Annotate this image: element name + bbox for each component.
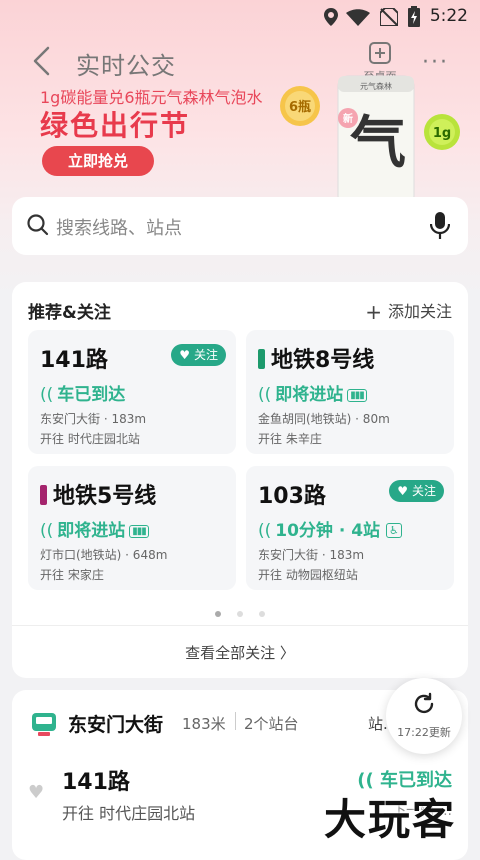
station-route-direction: 开往 时代庄园北站	[62, 804, 196, 823]
tile-status-text: 即将进站	[275, 385, 344, 405]
follow-badge-label: 关注	[193, 348, 218, 362]
divider	[235, 712, 236, 730]
no-sim-icon	[380, 8, 398, 26]
tile-direction: 开往 时代庄园北站	[40, 432, 140, 446]
tile-line-name-wrap: 地铁5号线	[40, 478, 156, 510]
tile-stop: 金鱼胡同(地铁站) · 80m	[258, 412, 390, 426]
promo-badge-count: 6瓶	[289, 99, 311, 115]
page-title: 实时公交	[76, 52, 176, 80]
tile-stop: 东安门大街 · 183m	[40, 412, 147, 426]
page-dot	[259, 611, 265, 617]
battery-charging-icon	[408, 6, 420, 27]
refresh-button[interactable]: 17:22更新	[386, 678, 462, 754]
promo-can-label: 元气森林	[360, 81, 392, 91]
tile-line-name: 141路	[40, 348, 108, 373]
back-icon[interactable]	[30, 46, 54, 76]
favorite-tile-141[interactable]: 141路 ♥ 关注 ((车已到达 东安门大街 · 183m 开往 时代庄园北站	[28, 330, 236, 454]
tile-status: ((10分钟 · 4站 ♿	[258, 516, 402, 541]
tile-line-name: 地铁8号线	[271, 348, 375, 373]
realtime-signal-icon: ((	[40, 521, 54, 541]
page-dot-active	[215, 611, 221, 617]
location-icon	[324, 8, 338, 26]
microphone-icon[interactable]	[430, 211, 450, 241]
tile-status-text: 即将进站	[57, 521, 126, 541]
tile-direction: 开往 动物园枢纽站	[258, 568, 358, 582]
tile-direction: 开往 宋家庄	[40, 568, 104, 582]
crowd-level-icon: ▮▮▮	[129, 525, 149, 538]
bus-stop-icon	[32, 713, 56, 736]
station-route-name: 141路	[62, 770, 130, 795]
watermark: 大玩客	[324, 795, 457, 844]
promo-redeem-button[interactable]: 立即抢兑	[42, 146, 154, 176]
promo-title: 绿色出行节	[40, 109, 191, 142]
favorites-title: 推荐&关注	[28, 303, 111, 323]
station-distance: 183米	[182, 715, 226, 733]
search-bar[interactable]: 搜索线路、站点	[12, 197, 468, 255]
status-bar: 5:22	[0, 0, 480, 34]
refresh-timestamp: 17:22更新	[397, 726, 451, 739]
refresh-icon	[414, 692, 434, 714]
promo-can-character: 气	[350, 110, 406, 176]
follow-badge[interactable]: ♥ 关注	[171, 344, 226, 366]
view-all-follows-link[interactable]: 查看全部关注 〉	[12, 642, 468, 663]
subway-line-color-marker	[258, 349, 265, 369]
tile-stop: 灯市口(地铁站) · 648m	[40, 548, 168, 562]
tile-status: ((即将进站 ▮▮▮	[258, 380, 367, 405]
heart-icon: ♥	[397, 484, 408, 498]
subway-line-color-marker	[40, 485, 47, 505]
tile-status: ((即将进站 ▮▮▮	[40, 516, 149, 541]
favorite-tile-subway-8[interactable]: 地铁8号线 ((即将进站 ▮▮▮ 金鱼胡同(地铁站) · 80m 开往 朱辛庄	[246, 330, 454, 454]
favorite-heart-icon[interactable]: ♥	[28, 782, 44, 803]
favorite-tile-103[interactable]: 103路 ♥ 关注 ((10分钟 · 4站 ♿ 东安门大街 · 183m 开往 动物…	[246, 466, 454, 590]
search-input[interactable]: 搜索线路、站点	[56, 214, 182, 240]
page-indicator	[12, 602, 468, 621]
tile-line-name: 地铁5号线	[53, 484, 157, 509]
wheelchair-access-icon: ♿	[386, 523, 402, 538]
realtime-signal-icon: ((	[258, 521, 272, 541]
clock: 5:22	[429, 6, 468, 26]
page-dot	[237, 611, 243, 617]
search-icon	[27, 214, 49, 236]
favorite-tile-subway-5[interactable]: 地铁5号线 ((即将进站 ▮▮▮ 灯市口(地铁站) · 648m 开往 宋家庄	[28, 466, 236, 590]
promo-drink-illustration: 6瓶 元气森林 气 新 1g	[280, 75, 460, 207]
station-name: 东安门大街	[68, 714, 164, 736]
add-follow-label: 添加关注	[387, 302, 452, 321]
tile-status: ((车已到达	[40, 380, 125, 405]
add-square-icon	[369, 42, 391, 64]
heart-icon: ♥	[179, 348, 190, 362]
add-follow-button[interactable]: + 添加关注	[365, 298, 452, 324]
plus-icon: +	[365, 300, 382, 324]
tile-direction: 开往 朱辛庄	[258, 432, 322, 446]
tile-status-text: 10分钟 · 4站	[275, 521, 381, 541]
realtime-signal-icon: ((	[40, 385, 54, 405]
follow-badge-label: 关注	[411, 484, 436, 498]
tile-line-name-wrap: 地铁8号线	[258, 342, 374, 374]
tile-status-text: 车已到达	[57, 385, 126, 405]
tile-line-name: 103路	[258, 484, 326, 509]
crowd-level-icon: ▮▮▮	[347, 389, 367, 402]
divider	[12, 625, 468, 626]
follow-badge[interactable]: ♥ 关注	[389, 480, 444, 502]
promo-new-label: 新	[343, 112, 353, 125]
favorites-card: 推荐&关注 + 添加关注 141路 ♥ 关注 ((车已到达 东安门大街 · 183m…	[12, 282, 468, 678]
realtime-signal-icon: ((	[258, 385, 272, 405]
tile-stop: 东安门大街 · 183m	[258, 548, 365, 562]
wifi-icon	[346, 9, 370, 26]
station-platform-count: 2个站台	[244, 715, 299, 733]
promo-badge-weight: 1g	[433, 126, 451, 141]
